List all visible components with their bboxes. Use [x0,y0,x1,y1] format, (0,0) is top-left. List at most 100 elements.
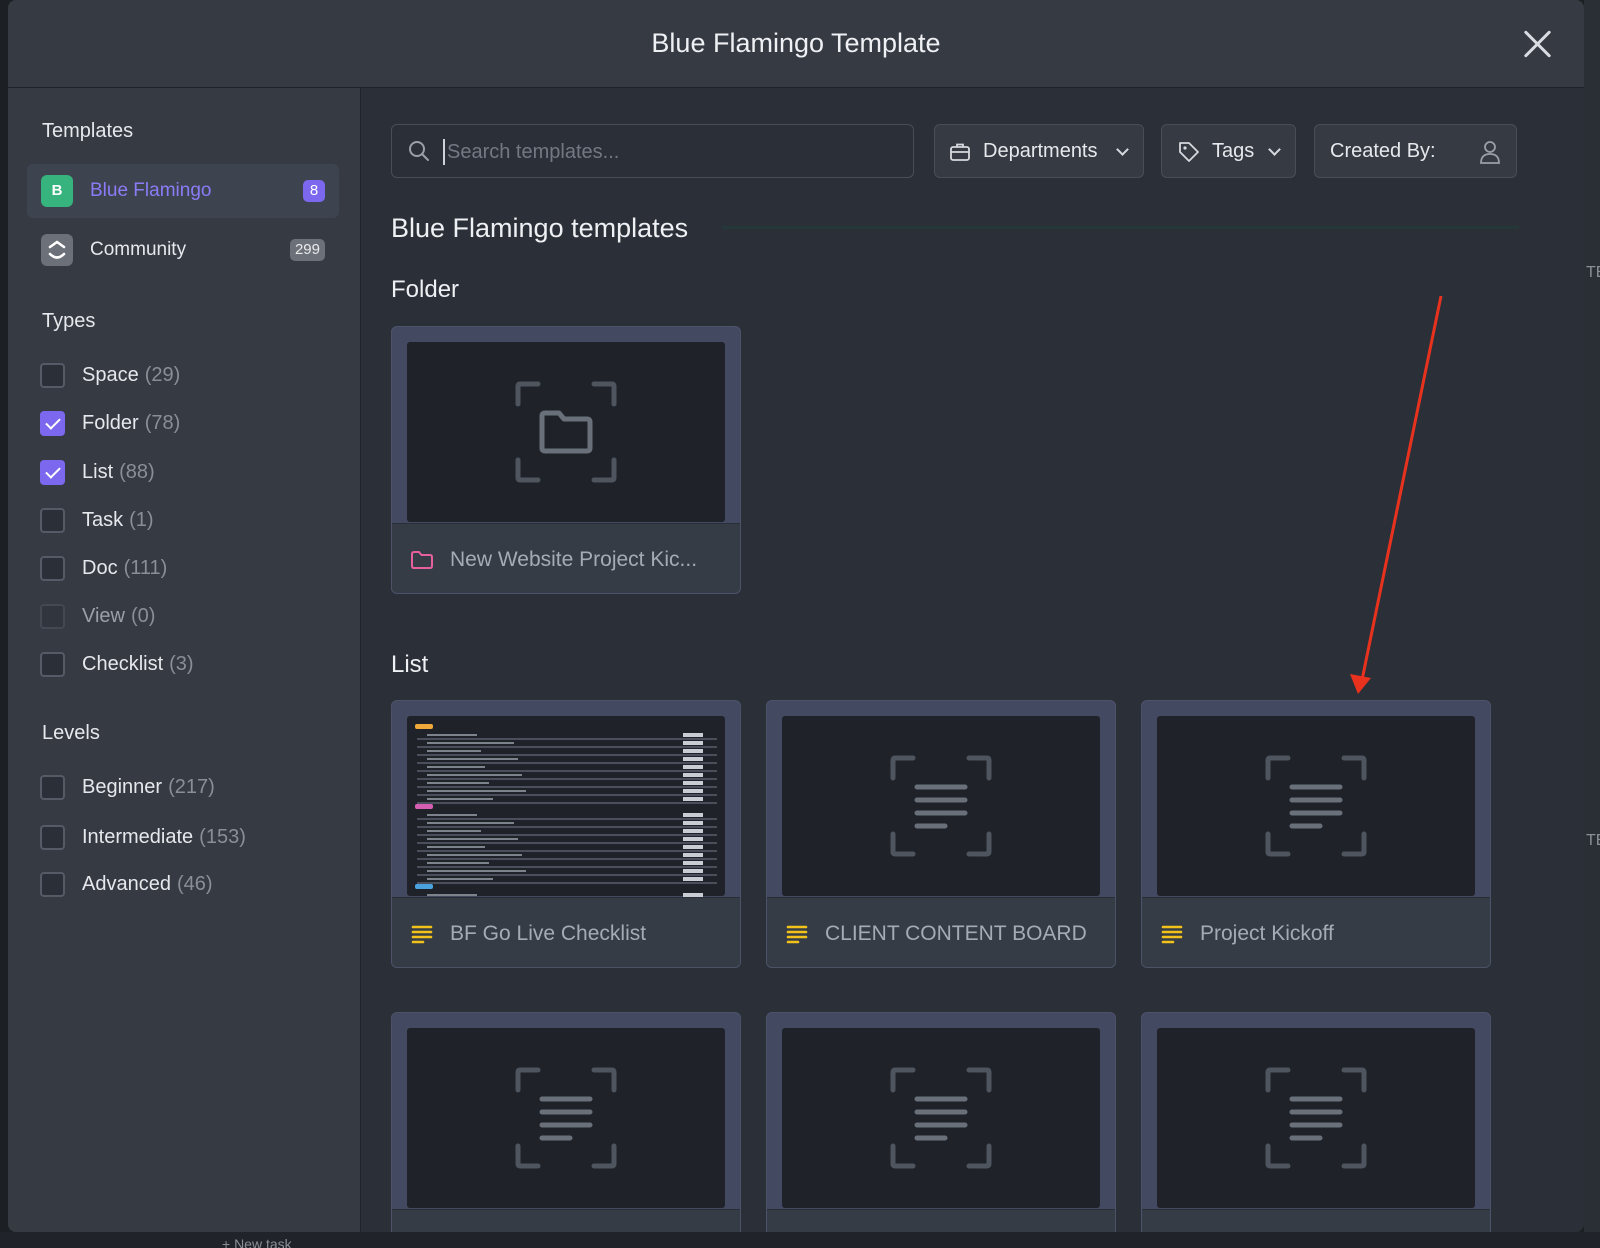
preview-row-divider [417,882,717,884]
filter-label: Advanced [82,873,171,895]
preview-row-divider [417,802,717,804]
departments-dropdown[interactable]: Departments [934,124,1144,178]
checkbox[interactable] [40,363,65,388]
list-icon [411,925,433,944]
source-label: Blue Flamingo [90,180,212,201]
preview-task-text [427,758,518,760]
preview-status-tag [683,773,703,777]
background-new-task: + New task [222,1236,292,1248]
filter-count: (78) [144,412,181,434]
checkbox[interactable] [40,508,65,533]
preview-task-text [427,774,522,776]
preview-task-text [427,814,477,816]
preview-status-tag [683,765,703,769]
preview-row-divider [417,786,717,788]
preview-status-tag [683,829,703,833]
preview-status-tag [683,853,703,857]
briefcase-icon [950,143,970,161]
preview-status-tag [683,813,703,817]
template-card[interactable] [766,1012,1116,1232]
filter-label: Beginner [82,776,163,798]
preview-row-divider [417,834,717,836]
checkbox[interactable] [40,872,65,897]
filter-count: (217) [168,776,215,798]
preview-task-text [427,878,493,880]
template-card[interactable]: CLIENT CONTENT BOARD [766,700,1116,968]
preview-row-divider [417,858,717,860]
preview-row-divider [417,866,717,868]
departments-label: Departments [983,140,1098,162]
card-thumbnail [407,1028,725,1208]
preview-row-divider [417,826,717,828]
clickup-logo-icon [41,234,73,266]
filter-label: Task [82,509,124,531]
preview-row-divider [417,746,717,748]
preview-task-text [427,862,489,864]
card-footer: BF Go Live Checklist [392,897,740,967]
section-title: Blue Flamingo templates [391,213,689,243]
card-footer [767,1209,1115,1232]
source-blue-flamingo[interactable]: B Blue Flamingo 8 [27,164,339,218]
list-icon [786,925,808,944]
preview-status-tag [683,877,703,881]
list-placeholder-icon [1265,1067,1367,1169]
search-box[interactable] [391,124,914,178]
preview-group-header [415,724,433,729]
preview-status-tag [683,789,703,793]
checkbox[interactable] [40,652,65,677]
filter-count: (0) [131,605,156,627]
card-thumbnail [782,1028,1100,1208]
close-icon[interactable] [1522,28,1554,60]
created-by-filter[interactable]: Created By: [1314,124,1517,178]
preview-task-text [427,790,526,792]
section-divider [722,226,1519,229]
card-thumbnail [782,716,1100,896]
template-card[interactable]: BF Go Live Checklist [391,700,741,968]
search-icon [409,141,429,161]
preview-task-text [427,822,514,824]
background-text: TE [1586,264,1600,281]
template-card[interactable] [391,1012,741,1232]
preview-task-text [427,742,514,744]
modal-title: Blue Flamingo Template [651,28,941,58]
filter-count: (153) [199,826,246,848]
checkbox [40,604,65,629]
checkbox[interactable] [40,825,65,850]
source-label: Community [90,239,187,260]
template-card[interactable]: New Website Project Kic... [391,326,741,594]
tags-dropdown[interactable]: Tags [1161,124,1296,178]
preview-status-tag [683,749,703,753]
template-card[interactable]: Project Kickoff [1141,700,1491,968]
preview-group-header [415,884,433,889]
preview-task-text [427,854,522,856]
checkbox[interactable] [40,775,65,800]
workspace-avatar-icon: B [41,175,73,207]
checkbox[interactable] [40,556,65,581]
template-card[interactable] [1141,1012,1491,1232]
tags-label: Tags [1212,140,1255,162]
preview-status-tag [683,781,703,785]
preview-status-tag [683,837,703,841]
card-title: Project Kickoff [1200,922,1334,945]
filter-label: Checklist [82,653,164,675]
filter-count: (3) [169,653,194,675]
background-text: TE [1586,832,1600,849]
list-group-title: List [391,651,429,678]
count-badge: 8 [303,180,325,202]
checkbox[interactable] [40,411,65,436]
card-thumbnail [1157,716,1475,896]
search-input[interactable] [443,139,893,165]
preview-task-text [427,750,481,752]
preview-task-text [427,830,481,832]
preview-row-divider [417,794,717,796]
levels-heading: Levels [42,722,100,744]
filter-label: List [82,461,114,483]
preview-status-tag [683,821,703,825]
preview-row-divider [417,762,717,764]
preview-status-tag [683,741,703,745]
preview-task-text [427,734,477,736]
source-community[interactable]: Community 299 [27,223,339,277]
filter-label: Space [82,364,139,386]
tag-icon [1179,142,1199,162]
checkbox[interactable] [40,460,65,485]
